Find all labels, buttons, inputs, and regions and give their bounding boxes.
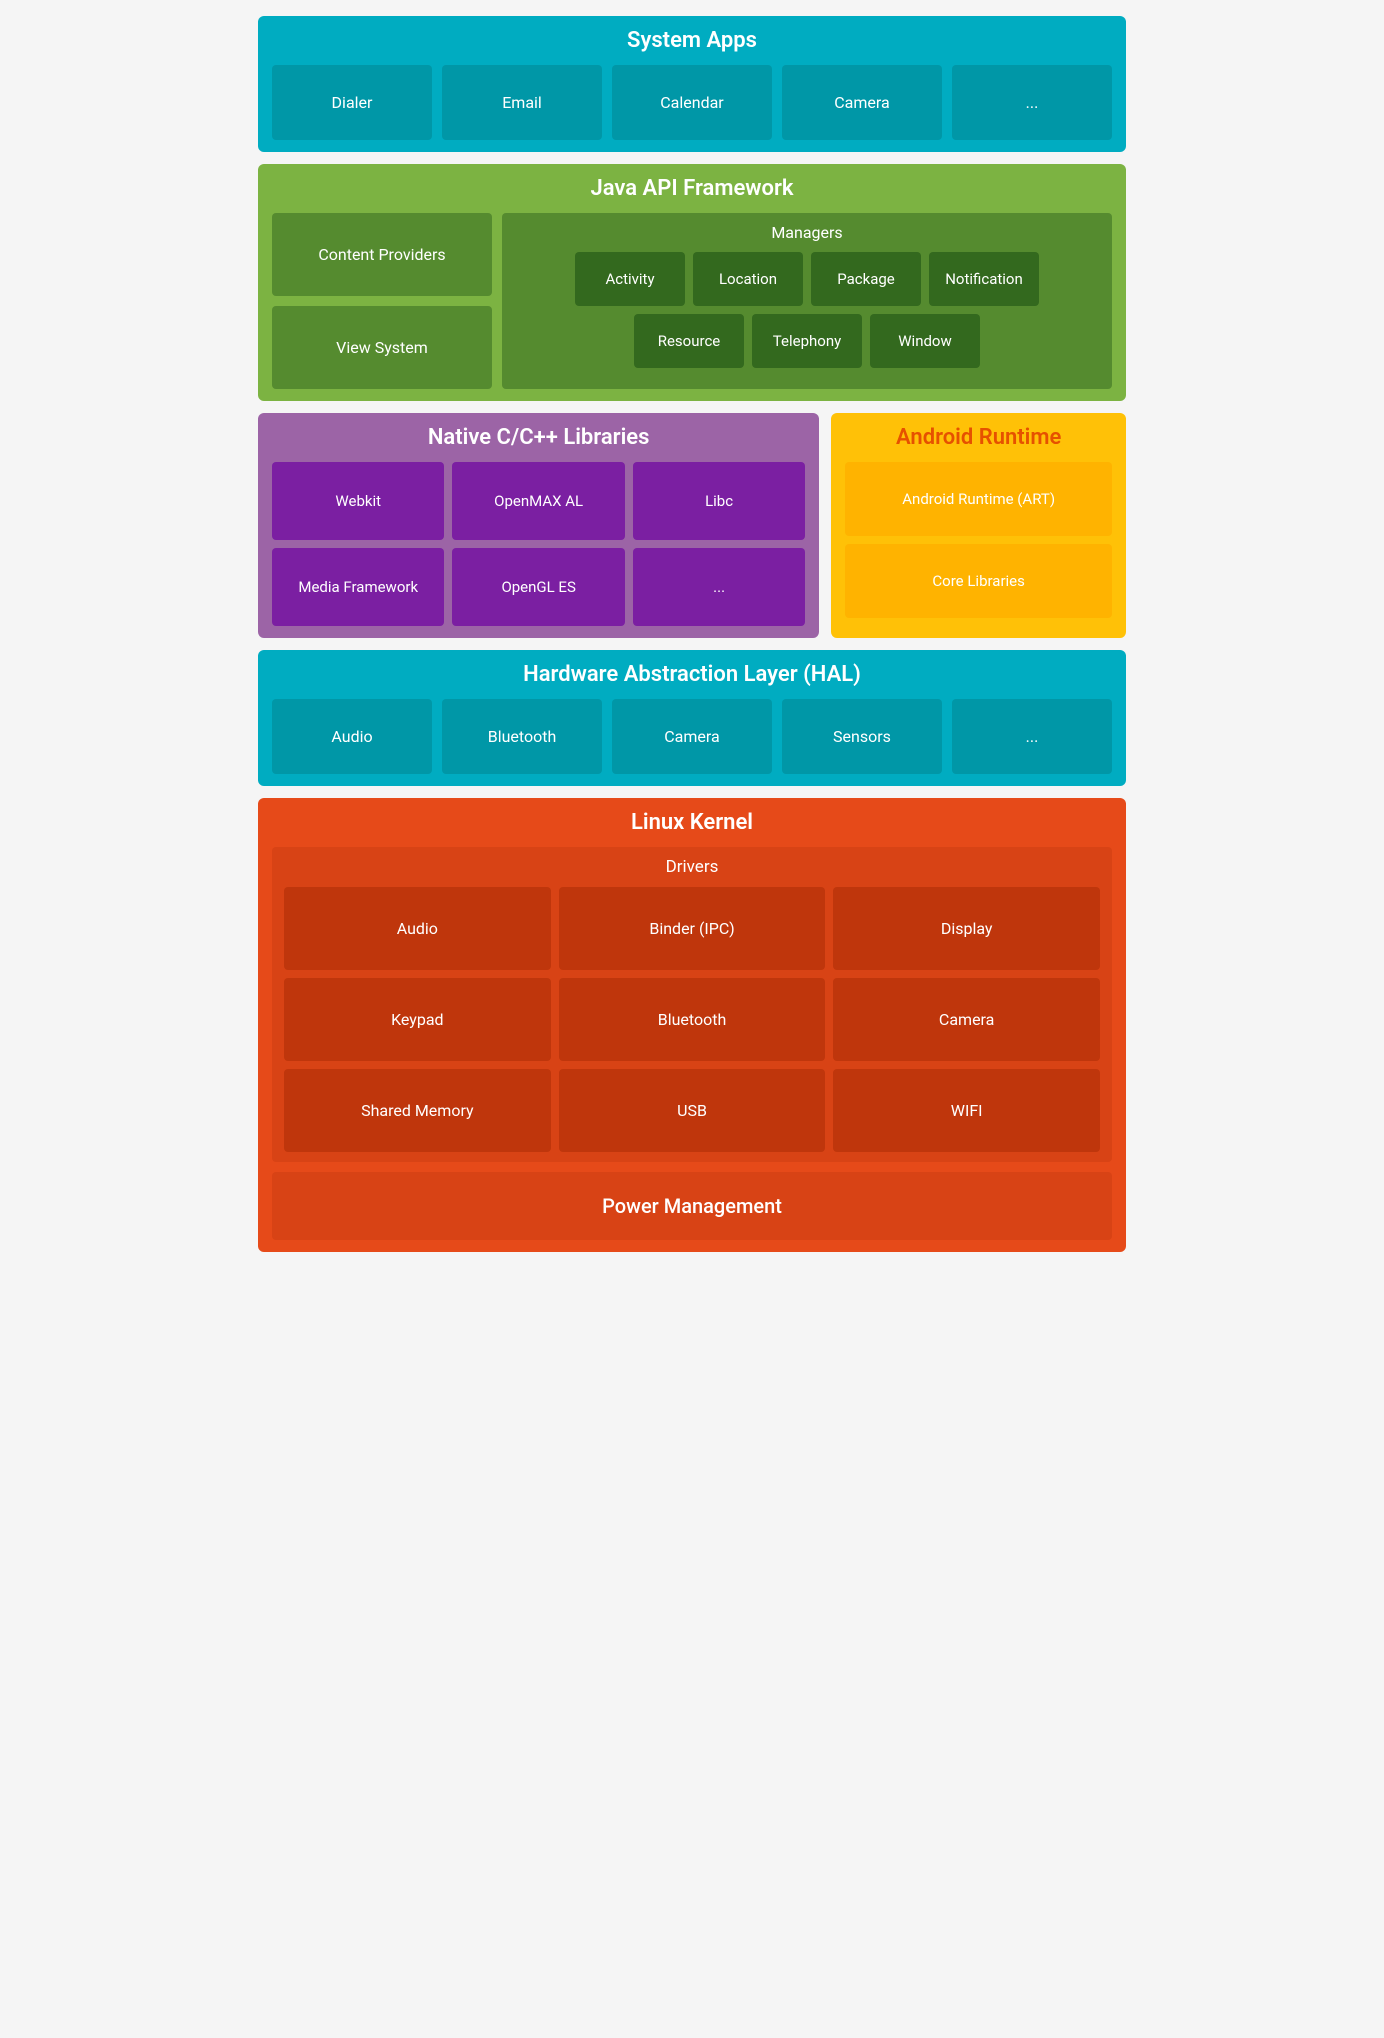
native-items-grid: WebkitOpenMAX ALLibc Media FrameworkOpenG… bbox=[272, 462, 805, 626]
manager-item: Activity bbox=[575, 252, 685, 306]
system-app-item: Email bbox=[442, 65, 602, 140]
native-item: ... bbox=[633, 548, 805, 626]
hal-item: Audio bbox=[272, 699, 432, 774]
driver-item: Audio bbox=[284, 887, 551, 970]
hal-item: ... bbox=[952, 699, 1112, 774]
content-providers: Content Providers bbox=[272, 213, 492, 296]
linux-kernel-title: Linux Kernel bbox=[272, 810, 1112, 835]
manager-item: Notification bbox=[929, 252, 1039, 306]
hal-item: Bluetooth bbox=[442, 699, 602, 774]
manager-item: Telephony bbox=[752, 314, 862, 368]
power-management: Power Management bbox=[272, 1172, 1112, 1240]
driver-item: USB bbox=[559, 1069, 826, 1152]
linux-kernel-layer: Linux Kernel Drivers AudioBinder (IPC)Di… bbox=[258, 798, 1126, 1252]
manager-item: Window bbox=[870, 314, 980, 368]
system-apps-title: System Apps bbox=[272, 28, 1112, 53]
drivers-title: Drivers bbox=[284, 857, 1100, 877]
hal-item: Sensors bbox=[782, 699, 942, 774]
manager-item: Resource bbox=[634, 314, 744, 368]
system-apps-layer: System Apps DialerEmailCalendarCamera... bbox=[258, 16, 1126, 152]
system-app-item: Dialer bbox=[272, 65, 432, 140]
managers-row1: ActivityLocationPackageNotification bbox=[512, 252, 1102, 306]
system-app-item: Camera bbox=[782, 65, 942, 140]
managers-row2: ResourceTelephonyWindow bbox=[512, 314, 1102, 368]
android-runtime-title: Android Runtime bbox=[845, 425, 1112, 450]
hal-title: Hardware Abstraction Layer (HAL) bbox=[272, 662, 1112, 687]
driver-item: Bluetooth bbox=[559, 978, 826, 1061]
java-api-layer: Java API Framework Content Providers Vie… bbox=[258, 164, 1126, 401]
native-runtime-row: Native C/C++ Libraries WebkitOpenMAX ALL… bbox=[258, 413, 1126, 638]
hal-items: AudioBluetoothCameraSensors... bbox=[272, 699, 1112, 774]
runtime-item: Android Runtime (ART) bbox=[845, 462, 1112, 536]
android-runtime-layer: Android Runtime Android Runtime (ART) Cor… bbox=[831, 413, 1126, 638]
drivers-grid: AudioBinder (IPC)Display KeypadBluetoothC… bbox=[284, 887, 1100, 1152]
drivers-box: Drivers AudioBinder (IPC)Display KeypadBl… bbox=[272, 847, 1112, 1162]
native-cpp-layer: Native C/C++ Libraries WebkitOpenMAX ALL… bbox=[258, 413, 819, 638]
driver-item: Camera bbox=[833, 978, 1100, 1061]
driver-item: Keypad bbox=[284, 978, 551, 1061]
system-apps-items: DialerEmailCalendarCamera... bbox=[272, 65, 1112, 140]
runtime-items: Android Runtime (ART) Core Libraries bbox=[845, 462, 1112, 618]
native-item: OpenMAX AL bbox=[452, 462, 624, 540]
managers-box: Managers ActivityLocationPackageNotifica… bbox=[502, 213, 1112, 389]
manager-item: Location bbox=[693, 252, 803, 306]
managers-title: Managers bbox=[512, 223, 1102, 242]
hal-item: Camera bbox=[612, 699, 772, 774]
android-architecture-diagram: System Apps DialerEmailCalendarCamera...… bbox=[242, 0, 1142, 1268]
java-api-title: Java API Framework bbox=[272, 176, 1112, 201]
native-item: Media Framework bbox=[272, 548, 444, 626]
native-cpp-title: Native C/C++ Libraries bbox=[272, 425, 805, 450]
java-api-content: Content Providers View System Managers A… bbox=[272, 213, 1112, 389]
manager-item: Package bbox=[811, 252, 921, 306]
driver-item: Display bbox=[833, 887, 1100, 970]
driver-item: WIFI bbox=[833, 1069, 1100, 1152]
view-system: View System bbox=[272, 306, 492, 389]
native-item: OpenGL ES bbox=[452, 548, 624, 626]
driver-item: Shared Memory bbox=[284, 1069, 551, 1152]
native-item: Libc bbox=[633, 462, 805, 540]
native-item: Webkit bbox=[272, 462, 444, 540]
hal-layer: Hardware Abstraction Layer (HAL) AudioBl… bbox=[258, 650, 1126, 786]
system-app-item: ... bbox=[952, 65, 1112, 140]
java-api-left: Content Providers View System bbox=[272, 213, 492, 389]
runtime-item: Core Libraries bbox=[845, 544, 1112, 618]
driver-item: Binder (IPC) bbox=[559, 887, 826, 970]
system-app-item: Calendar bbox=[612, 65, 772, 140]
